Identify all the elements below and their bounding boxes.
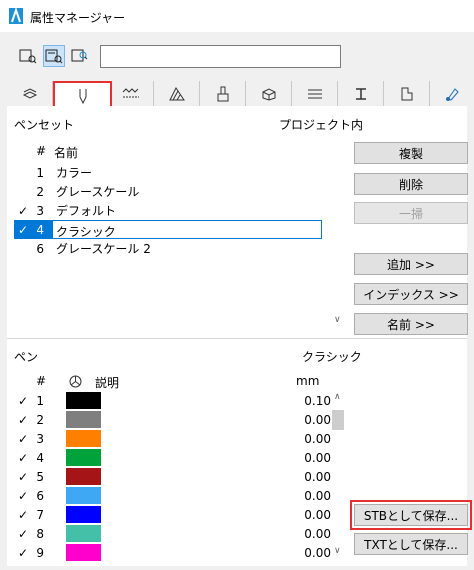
pen-color-swatch[interactable] [66,411,101,428]
penset-header-num: # [36,144,47,158]
section-divider [7,338,467,339]
pen-icon [79,88,86,104]
penset-row[interactable]: 6 グレースケール 2 [14,239,322,258]
penset-row[interactable]: 2 グレースケール [14,182,322,201]
tab-zones[interactable] [384,81,430,106]
pen-color-swatch[interactable] [66,430,101,447]
save-txt-button[interactable]: TXTとして保存... [354,533,468,555]
pen-list-scroll-thumb[interactable] [332,410,344,430]
brush-icon [217,86,228,101]
tab-line-types[interactable] [108,81,154,106]
line-types-icon [122,87,139,97]
penset-row[interactable]: 1 カラー [14,163,322,182]
pen-row[interactable]: ✓ 7 0.00 [14,505,332,524]
zone-icon [401,87,412,100]
penset-section-title: ペンセット [14,118,75,132]
tab-surfaces-2[interactable] [430,81,474,106]
purge-button[interactable]: 一掃 [354,202,468,224]
view-option-3-button[interactable] [69,45,91,67]
pen-row[interactable]: ✓ 4 0.00 [14,448,332,467]
tab-building-materials[interactable] [292,81,338,106]
pen-row[interactable]: ✓ 9 0.00 [14,543,332,562]
pen-row[interactable]: ✓ 5 0.00 [14,467,332,486]
current-penset-label: クラシック [302,350,362,364]
pen-row[interactable]: ✓ 3 0.00 [14,429,332,448]
pen-row[interactable]: ✓ 2 0.00 [14,410,332,429]
penset-header-name: 名前 [54,146,79,160]
title-bar: 属性マネージャー [0,0,474,32]
penset-scope: プロジェクト内 [279,118,364,132]
pen-header-desc: 説明 [95,376,120,390]
scroll-down-icon[interactable]: ∨ [334,315,341,325]
composite-icon [262,87,275,101]
tab-profiles[interactable] [338,81,384,106]
scroll-down-icon[interactable]: ∨ [334,546,341,556]
window-title: 属性マネージャー [30,11,126,25]
pen-color-swatch[interactable] [66,487,101,504]
pen-color-swatch[interactable] [66,506,101,523]
pen-color-swatch[interactable] [66,525,101,542]
attribute-tabbar [7,81,467,110]
scroll-up-icon[interactable]: ∧ [334,392,341,402]
search-view-icon [71,49,88,62]
paint-icon [445,87,459,101]
pen-color-swatch[interactable] [66,392,101,409]
pen-list: # 説明 mm ✓ 1 0.10 ✓ 2 0.00 ✓ 3 0.00 ✓ 4 0… [14,370,345,562]
penset-list: # 名前 1 カラー 2 グレースケール ✓ 3 デフォルト ✓ 4 クラシック [14,140,345,330]
pen-row[interactable]: ✓ 1 0.10 [14,391,332,410]
pen-color-swatch[interactable] [66,544,101,561]
duplicate-button[interactable]: 複製 [354,142,468,164]
pen-section-title: ペン [14,350,39,364]
pen-color-swatch[interactable] [66,468,101,485]
detail-view-icon [45,49,63,64]
pen-color-swatch[interactable] [66,449,101,466]
penset-row[interactable]: ✓ 3 デフォルト [14,201,322,220]
pen-row[interactable]: ✓ 8 0.00 [14,524,332,543]
fill-icon [168,86,185,100]
index-button[interactable]: インデックス >> [354,283,468,305]
tab-surfaces[interactable] [200,81,246,106]
profile-icon [355,87,366,100]
layers-icon [22,87,37,99]
list-view-icon [19,49,37,64]
app-icon [9,8,23,24]
tab-composites[interactable] [246,81,292,106]
main-panel: ペンセット プロジェクト内 # 名前 1 カラー 2 グレースケール ✓ 3 デ… [7,106,472,566]
add-button[interactable]: 追加 >> [354,253,468,275]
penset-name-edit-field[interactable]: クラシック [52,220,322,239]
tab-fills[interactable] [154,81,200,106]
view-option-2-button[interactable] [43,45,65,67]
save-stb-button[interactable]: STBとして保存... [354,504,468,526]
hatch-icon [307,89,322,98]
pen-color-header-icon [69,375,82,388]
pen-row[interactable]: ✓ 6 0.00 [14,486,332,505]
search-input[interactable] [100,45,341,68]
view-option-1-button[interactable] [17,45,39,67]
pen-header-num: # [36,374,47,388]
pen-header-unit: mm [296,374,320,388]
delete-button[interactable]: 削除 [354,173,468,195]
tab-layers[interactable] [7,81,53,106]
penset-row-selected[interactable]: ✓ 4 クラシック [14,220,322,239]
name-button[interactable]: 名前 >> [354,313,468,335]
